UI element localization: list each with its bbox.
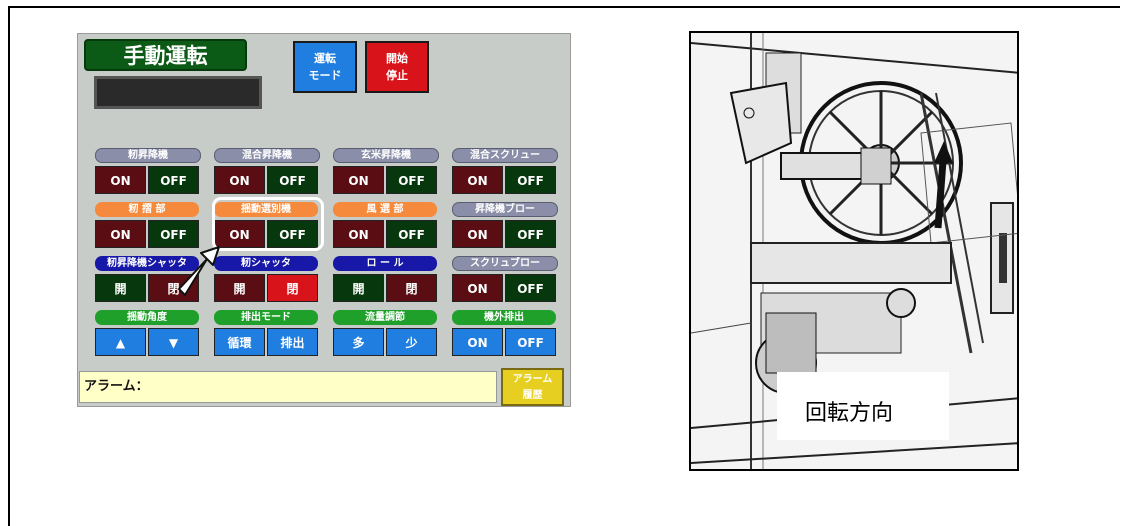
operation-mode-label-1: 運転	[314, 52, 336, 65]
operation-mode-button[interactable]: 運転 モード	[293, 41, 357, 93]
control-button-toggle[interactable]: 循環	[214, 328, 265, 356]
control-button-toggle[interactable]: ▼	[148, 328, 199, 356]
control-button-toggle[interactable]: 多	[333, 328, 384, 356]
control-button-on[interactable]: ON	[333, 166, 384, 194]
alarm-history-label-1: アラーム	[512, 374, 553, 385]
panel-title: 手動運転	[84, 39, 247, 71]
control-button-off[interactable]: OFF	[148, 166, 199, 194]
control-button-off[interactable]: OFF	[386, 220, 437, 248]
start-stop-label-2: 停止	[386, 69, 408, 82]
manual-operation-panel: 手動運転 運転 モード 開始 停止 籾昇降機 ON OFF 混合昇降機 ON OFF 玄米昇…	[77, 33, 571, 407]
group-label: 籾昇降機	[95, 148, 201, 163]
control-button-on[interactable]: ON	[452, 328, 503, 356]
control-button-on[interactable]: ON	[214, 166, 265, 194]
control-button-on[interactable]: ON	[333, 220, 384, 248]
control-button-toggle[interactable]: 閉	[386, 274, 437, 302]
group-label: ロ ー ル	[333, 256, 437, 271]
control-button-on[interactable]: ON	[452, 220, 503, 248]
group-label: 玄米昇降機	[333, 148, 439, 163]
group-label: 混合昇降機	[214, 148, 320, 163]
alarm-history-button[interactable]: アラーム 履歴	[501, 368, 564, 406]
control-button-on[interactable]: ON	[95, 166, 146, 194]
start-stop-label-1: 開始	[386, 52, 408, 65]
rotation-direction-caption: 回転方向	[805, 401, 894, 426]
control-button-on[interactable]: ON	[452, 274, 503, 302]
control-button-toggle[interactable]: 排出	[267, 328, 318, 356]
rotation-direction-caption-box: 回転方向	[777, 372, 949, 440]
control-button-off[interactable]: OFF	[505, 166, 556, 194]
control-button-toggle[interactable]: 開	[95, 274, 146, 302]
control-button-toggle[interactable]: 開	[333, 274, 384, 302]
group-label: スクリュブロー	[452, 256, 558, 271]
group-label: 混合スクリュー	[452, 148, 558, 163]
group-label: 機外排出	[452, 310, 556, 325]
control-button-on[interactable]: ON	[95, 220, 146, 248]
alarm-bar: アラーム：	[79, 371, 497, 403]
control-button-off[interactable]: OFF	[386, 166, 437, 194]
control-button-toggle[interactable]: 少	[386, 328, 437, 356]
group-label: 排出モード	[214, 310, 318, 325]
group-label: 籾シャッタ	[214, 256, 318, 271]
group-label: 風 選 部	[333, 202, 437, 217]
alarm-history-label-2: 履歴	[522, 390, 543, 401]
group-label: 昇降機ブロー	[452, 202, 558, 217]
control-button-toggle[interactable]: ▲	[95, 328, 146, 356]
alarm-label: アラーム：	[84, 379, 149, 394]
status-display	[94, 76, 262, 109]
operation-mode-label-2: モード	[308, 69, 342, 82]
control-button-off[interactable]: OFF	[505, 274, 556, 302]
pointer-arrow-icon	[178, 246, 220, 296]
highlight-box	[212, 197, 324, 251]
control-button-off[interactable]: OFF	[505, 220, 556, 248]
group-label: 籾 摺 部	[95, 202, 199, 217]
control-button-toggle[interactable]: 閉	[267, 274, 318, 302]
control-button-on[interactable]: ON	[452, 166, 503, 194]
control-button-off[interactable]: OFF	[505, 328, 556, 356]
start-stop-button[interactable]: 開始 停止	[365, 41, 429, 93]
control-button-off[interactable]: OFF	[267, 166, 318, 194]
group-label: 流量調節	[333, 310, 437, 325]
group-label: 揺動角度	[95, 310, 199, 325]
